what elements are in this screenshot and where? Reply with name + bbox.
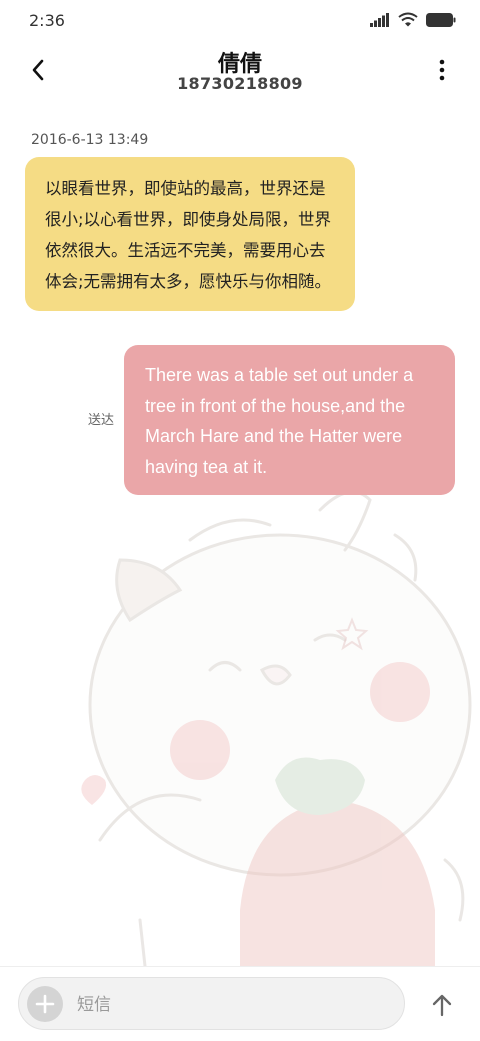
message-timestamp: 2016-6-13 13:49: [31, 132, 149, 148]
status-bar: 2:36: [0, 0, 480, 40]
signal-icon: [370, 12, 389, 27]
delivery-status: 送达: [88, 413, 115, 428]
chat-wallpaper-illustration: [81, 490, 472, 966]
add-attachment-button[interactable]: [27, 986, 63, 1022]
contact-phone-number: 18730218809: [177, 74, 303, 93]
more-options-button[interactable]: [426, 54, 458, 86]
add-icon: [35, 994, 55, 1014]
message-composer: [0, 966, 480, 1041]
more-vertical-icon: [439, 59, 445, 81]
wifi-icon: [398, 12, 418, 27]
conversation-header: 倩倩 18730218809: [0, 40, 480, 104]
message-input[interactable]: [75, 978, 399, 1031]
status-icons: [370, 12, 456, 27]
outgoing-message-bubble[interactable]: There was a table set out under a tree i…: [124, 345, 455, 495]
incoming-message-bubble[interactable]: 以眼看世界，即使站的最高，世界还是很小;以心看世界，即使身处局限，世界依然很大。…: [25, 157, 355, 311]
send-arrow-icon: [432, 994, 452, 1017]
status-time: 2:36: [29, 11, 65, 30]
message-input-container: [18, 977, 405, 1031]
battery-icon: [426, 12, 456, 27]
send-button[interactable]: [424, 987, 460, 1023]
